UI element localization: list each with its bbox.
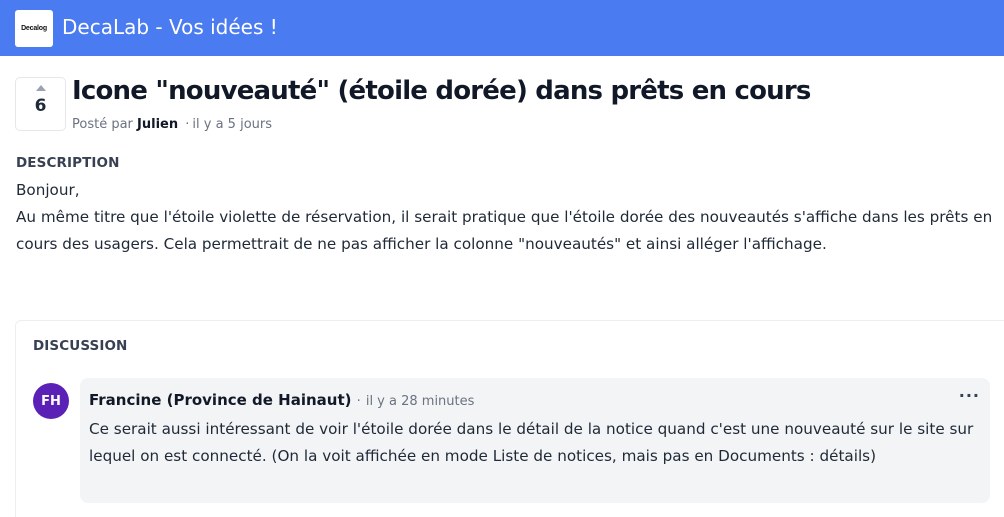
posted-by-label: Posté par bbox=[72, 117, 133, 132]
comment-time: il y a 28 minutes bbox=[365, 394, 475, 409]
upvote-arrow-icon bbox=[35, 85, 46, 91]
description-line: Au même titre que l'étoile violette de r… bbox=[16, 208, 993, 253]
post-author[interactable]: Julien bbox=[137, 117, 178, 132]
comment-body: Ce serait aussi intéressant de voir l'ét… bbox=[89, 420, 974, 465]
comment-author[interactable]: Francine (Province de Hainaut) bbox=[89, 391, 352, 409]
more-options-icon[interactable]: ··· bbox=[959, 386, 980, 405]
app-logo[interactable]: Decalog bbox=[15, 10, 53, 47]
comment-separator: · bbox=[356, 394, 361, 409]
description-heading: DESCRIPTION bbox=[16, 155, 120, 171]
comment-bubble: Francine (Province de Hainaut) · il y a … bbox=[80, 378, 990, 503]
avatar[interactable]: FH bbox=[33, 383, 69, 419]
vote-count: 6 bbox=[34, 96, 47, 116]
description-line: Bonjour, bbox=[16, 181, 80, 199]
top-bar: Decalog DecaLab - Vos idées ! bbox=[0, 0, 1004, 56]
post-time: il y a 5 jours bbox=[192, 117, 273, 132]
meta-separator: · bbox=[185, 117, 190, 132]
discussion-heading: DISCUSSION bbox=[33, 338, 128, 354]
comment-header: Francine (Province de Hainaut) · il y a … bbox=[89, 390, 474, 409]
app-title[interactable]: DecaLab - Vos idées ! bbox=[62, 15, 278, 39]
post-meta: Posté par Julien · il y a 5 jours bbox=[72, 117, 272, 132]
description-body: Bonjour, Au même titre que l'étoile viol… bbox=[16, 177, 1001, 258]
page-title: Icone "nouveauté" (étoile dorée) dans pr… bbox=[72, 76, 811, 106]
upvote-button[interactable]: 6 bbox=[15, 77, 66, 131]
